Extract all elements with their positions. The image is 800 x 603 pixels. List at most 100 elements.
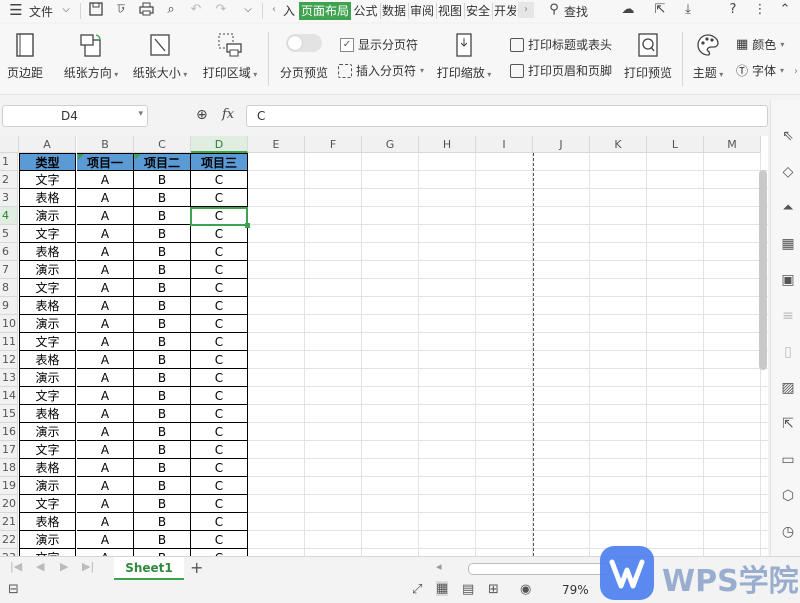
tab-insert[interactable]: 入	[280, 2, 298, 20]
tab-view[interactable]: 视图	[437, 2, 463, 20]
table-cell-d10[interactable]: C	[191, 315, 248, 333]
customize-toolbar-icon[interactable]: ⌵	[240, 2, 256, 18]
colors-button[interactable]: ▦ 颜色 ▾	[736, 36, 784, 53]
share-icon[interactable]: ⇱	[652, 2, 668, 18]
table-cell-d23[interactable]: C	[191, 549, 248, 556]
vertical-scrollbar[interactable]	[759, 170, 767, 370]
table-cell-a23[interactable]: 文字	[19, 549, 76, 556]
row-header-3[interactable]: 3	[0, 189, 18, 207]
error-indicator-icon[interactable]	[78, 154, 84, 160]
print-scaling-button[interactable]: 打印缩放 ▾	[436, 32, 492, 81]
column-header-k[interactable]: K	[590, 136, 647, 153]
table-cell-c18[interactable]: B	[134, 459, 191, 477]
table-cell-c13[interactable]: B	[134, 369, 191, 387]
row-header-22[interactable]: 22	[0, 531, 18, 549]
table-cell-a2[interactable]: 文字	[19, 171, 76, 189]
table-cell-c17[interactable]: B	[134, 441, 191, 459]
table-cell-c2[interactable]: B	[134, 171, 191, 189]
table-cell-a16[interactable]: 演示	[19, 423, 76, 441]
column-header-l[interactable]: L	[647, 136, 704, 153]
table-cell-b6[interactable]: A	[77, 243, 134, 261]
style-icon[interactable]: ⏶	[780, 200, 796, 216]
table-cell-c6[interactable]: B	[134, 243, 191, 261]
row-header-18[interactable]: 18	[0, 459, 18, 477]
table-cell-b11[interactable]: A	[77, 333, 134, 351]
print-area-button[interactable]: 打印区域 ▾	[200, 32, 260, 81]
orientation-button[interactable]: 纸张方向 ▾	[62, 32, 120, 81]
table-cell-a3[interactable]: 表格	[19, 189, 76, 207]
hamburger-menu-icon[interactable]: ☰	[8, 2, 24, 18]
backup-icon[interactable]: ⬡	[780, 488, 796, 504]
table-cell-a8[interactable]: 文字	[19, 279, 76, 297]
table-cell-c21[interactable]: B	[134, 513, 191, 531]
table-cell-b12[interactable]: A	[77, 351, 134, 369]
table-cell-c8[interactable]: B	[134, 279, 191, 297]
row-header-12[interactable]: 12	[0, 351, 18, 369]
table-cell-d8[interactable]: C	[191, 279, 248, 297]
image-icon[interactable]: ▭	[780, 452, 796, 468]
column-header-j[interactable]: J	[533, 136, 590, 153]
table-cell-a14[interactable]: 文字	[19, 387, 76, 405]
fill-handle[interactable]	[245, 223, 250, 228]
name-box[interactable]: D4 ▾	[2, 105, 148, 127]
normal-view-icon[interactable]: ▦	[436, 581, 449, 596]
format-icon[interactable]: ▯	[780, 344, 796, 360]
row-header-10[interactable]: 10	[0, 315, 18, 333]
tab-review[interactable]: 审阅	[409, 2, 435, 20]
row-header-23[interactable]: 23	[0, 549, 18, 556]
row-header-8[interactable]: 8	[0, 279, 18, 297]
table-cell-d3[interactable]: C	[191, 189, 248, 207]
row-header-4[interactable]: 4	[0, 207, 18, 225]
page-break-preview-toggle[interactable]	[286, 34, 322, 52]
page-break-preview-button[interactable]: 分页预览	[278, 34, 330, 81]
table-cell-c7[interactable]: B	[134, 261, 191, 279]
margins-button[interactable]: 页边距	[4, 32, 46, 81]
row-header-17[interactable]: 17	[0, 441, 18, 459]
zoom-function-icon[interactable]: ⊕	[196, 107, 208, 123]
search-icon[interactable]: ⚲	[546, 2, 562, 18]
chevron-down-icon[interactable]: ⌵	[58, 2, 74, 18]
search-button[interactable]: 查找	[564, 3, 588, 20]
next-sheet-icon[interactable]: ▶	[60, 560, 68, 573]
cloud-sync-icon[interactable]: ☁	[620, 2, 636, 18]
print-icon[interactable]	[138, 2, 154, 18]
table-cell-a6[interactable]: 表格	[19, 243, 76, 261]
print-preview-icon[interactable]: ⌕	[163, 2, 179, 18]
table-cell-b4[interactable]: A	[77, 207, 134, 225]
table-cell-c4[interactable]: B	[134, 207, 191, 225]
table-header-cell[interactable]: 项目一	[77, 153, 134, 171]
table-cell-c14[interactable]: B	[134, 387, 191, 405]
spreadsheet-grid[interactable]: ABCDEFGHIJKLM 1 2 3 4 5 6 7 8 9 10 11 12 13 14 15 16 17 1…	[0, 136, 768, 556]
row-header-15[interactable]: 15	[0, 405, 18, 423]
column-header-c[interactable]: C	[134, 136, 191, 153]
row-header-14[interactable]: 14	[0, 387, 18, 405]
table-cell-b20[interactable]: A	[77, 495, 134, 513]
row-header-7[interactable]: 7	[0, 261, 18, 279]
table-cell-c5[interactable]: B	[134, 225, 191, 243]
row-header-19[interactable]: 19	[0, 477, 18, 495]
table-cell-c10[interactable]: B	[134, 315, 191, 333]
column-header-f[interactable]: F	[305, 136, 362, 153]
row-header-20[interactable]: 20	[0, 495, 18, 513]
table-cell-d21[interactable]: C	[191, 513, 248, 531]
tab-data[interactable]: 数据	[381, 2, 407, 20]
table-cell-a4[interactable]: 演示	[19, 207, 76, 225]
tab-page-layout[interactable]: 页面布局	[299, 2, 351, 20]
undo-icon[interactable]: ↶	[188, 2, 204, 18]
horizontal-scrollbar[interactable]	[468, 563, 610, 575]
minimize-ribbon-icon[interactable]: ⌃	[777, 2, 793, 18]
tab-formula[interactable]: 公式	[352, 2, 379, 20]
print-titles-button[interactable]: 打印标题或表头	[510, 36, 612, 53]
more-icon[interactable]: ⋮	[752, 2, 768, 18]
table-header-cell[interactable]: 类型	[19, 153, 76, 171]
table-cell-a9[interactable]: 表格	[19, 297, 76, 315]
table-cell-b23[interactable]: A	[77, 549, 134, 556]
table-cell-b16[interactable]: A	[77, 423, 134, 441]
table-cell-d11[interactable]: C	[191, 333, 248, 351]
row-header-11[interactable]: 11	[0, 333, 18, 351]
column-header-i[interactable]: I	[476, 136, 533, 153]
select-all-corner[interactable]	[0, 136, 19, 153]
table-cell-b15[interactable]: A	[77, 405, 134, 423]
table-cell-b7[interactable]: A	[77, 261, 134, 279]
table-cell-a13[interactable]: 演示	[19, 369, 76, 387]
